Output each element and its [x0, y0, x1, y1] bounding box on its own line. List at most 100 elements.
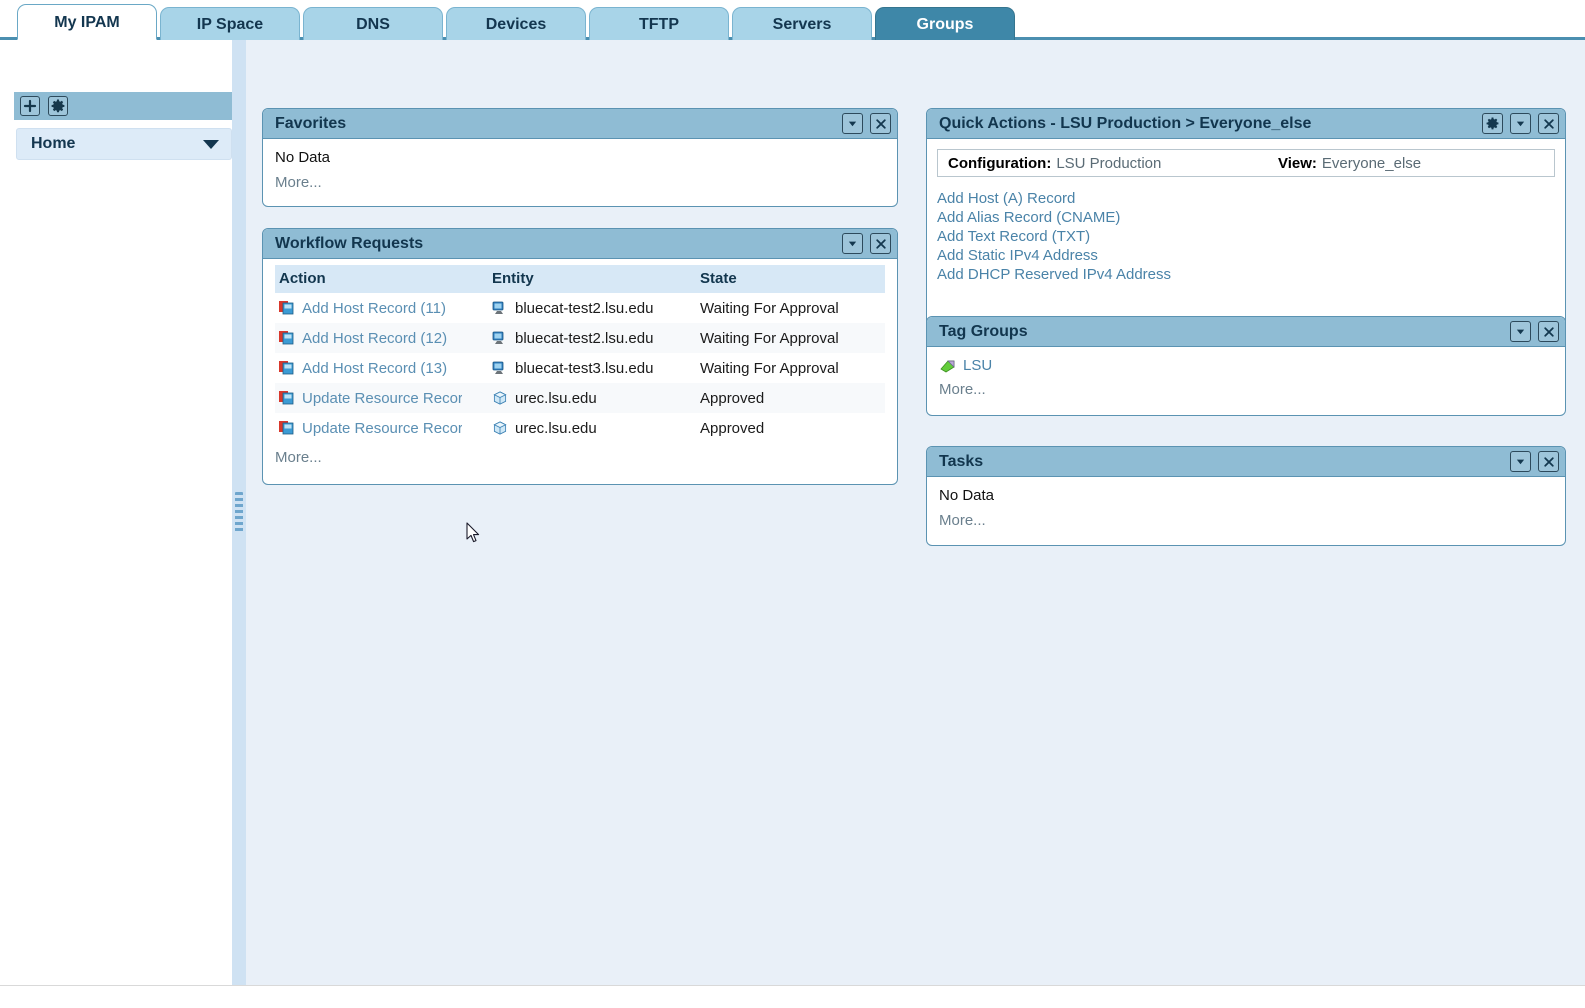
quick-action-add-dhcp-reserved-ipv4[interactable]: Add DHCP Reserved IPv4 Address [937, 265, 1555, 284]
main-tabbar: My IPAM IP Space DNS Devices TFTP Server… [0, 0, 1585, 40]
action-link[interactable]: Add Host Record (12) [302, 330, 447, 347]
panel-menu-button[interactable] [842, 233, 863, 254]
favorites-empty-text: No Data [275, 149, 331, 166]
tab-servers[interactable]: Servers [732, 7, 872, 40]
sidebar-settings-button[interactable] [48, 96, 68, 116]
tab-devices[interactable]: Devices [446, 7, 586, 40]
tab-dns[interactable]: DNS [303, 7, 443, 40]
panel-settings-button[interactable] [1482, 113, 1503, 134]
action-link[interactable]: Add Host Record (13) [302, 360, 447, 377]
chevron-down-icon [1516, 329, 1525, 335]
column-header-state[interactable]: State [696, 265, 885, 293]
panel-tasks: Tasks No Data More... [926, 446, 1566, 546]
cell-entity: bluecat-test2.lsu.edu [488, 293, 696, 323]
configuration-view-strip: Configuration: LSU Production View: Everyo… [937, 149, 1555, 177]
tag-group-label[interactable]: LSU [963, 357, 992, 374]
tab-label: My IPAM [54, 14, 120, 31]
panel-workflow-header: Workflow Requests [263, 229, 897, 259]
panel-title: Quick Actions - LSU Production > Everyon… [939, 114, 1312, 132]
workflow-record-icon [279, 360, 294, 374]
action-link[interactable]: Update Resource Record [302, 390, 462, 407]
splitter-grip-icon[interactable] [235, 492, 243, 534]
cell-entity: bluecat-test2.lsu.edu [488, 323, 696, 353]
workflow-more-link[interactable]: More... [275, 449, 322, 466]
quick-action-add-static-ipv4[interactable]: Add Static IPv4 Address [937, 246, 1555, 265]
add-dashboard-button[interactable] [20, 96, 40, 116]
view-field: View: Everyone_else [1278, 155, 1421, 172]
cell-entity: urec.lsu.edu [488, 383, 696, 413]
tag-icon [940, 360, 955, 372]
host-icon [492, 361, 504, 374]
column-header-entity[interactable]: Entity [488, 265, 696, 293]
chevron-down-icon [203, 139, 219, 149]
entity-name: urec.lsu.edu [515, 389, 597, 407]
workflow-record-icon [279, 390, 294, 404]
tab-groups[interactable]: Groups [875, 7, 1015, 40]
panel-title: Tag Groups [939, 322, 1028, 340]
workflow-record-icon [279, 420, 294, 434]
panel-tag-groups: Tag Groups LSU More... [926, 316, 1566, 416]
bottom-strip [0, 985, 1585, 1008]
plus-icon [23, 99, 37, 113]
panel-workflow-requests: Workflow Requests Action Entity State Ad… [262, 228, 898, 485]
tasks-more-link[interactable]: More... [939, 512, 986, 529]
page-body: Home Favorites No Data More... Workflow … [0, 40, 1585, 985]
table-row[interactable]: Update Resource Record urec.lsu.edu Appr… [275, 383, 885, 413]
action-link[interactable]: Add Host Record (11) [302, 300, 446, 317]
entity-name: bluecat-test2.lsu.edu [515, 299, 654, 317]
panel-close-button[interactable] [1538, 321, 1559, 342]
resource-record-icon [493, 420, 507, 435]
table-row[interactable]: Add Host Record (13) bluecat-test3.lsu.e… [275, 353, 885, 383]
panel-title: Workflow Requests [275, 234, 424, 252]
panel-tag-groups-body: LSU More... [927, 347, 1565, 408]
configuration-field: Configuration: LSU Production [948, 155, 1278, 172]
panel-close-button[interactable] [1538, 451, 1559, 472]
tag-group-item[interactable]: LSU [939, 357, 1553, 374]
entity-name: urec.lsu.edu [515, 419, 597, 437]
chevron-down-icon [1516, 459, 1525, 465]
panel-close-button[interactable] [870, 113, 891, 134]
close-icon [1543, 326, 1554, 337]
column-header-action[interactable]: Action [275, 265, 488, 293]
view-label: View: [1278, 154, 1317, 172]
workflow-record-icon [279, 330, 294, 344]
tag-groups-more-link[interactable]: More... [939, 381, 986, 398]
panel-menu-button[interactable] [1510, 113, 1531, 134]
tab-list: My IPAM IP Space DNS Devices TFTP Server… [17, 4, 1018, 40]
panel-menu-button[interactable] [1510, 451, 1531, 472]
cell-entity: urec.lsu.edu [488, 413, 696, 443]
panel-close-button[interactable] [870, 233, 891, 254]
panel-close-button[interactable] [1538, 113, 1559, 134]
configuration-value: LSU Production [1056, 154, 1162, 172]
close-icon [875, 118, 886, 129]
table-row[interactable]: Add Host Record (12) bluecat-test2.lsu.e… [275, 323, 885, 353]
panel-favorites-body: No Data More... [263, 139, 897, 201]
panel-quick-actions-body: Configuration: LSU Production View: Everyo… [927, 139, 1565, 294]
host-icon [492, 331, 504, 344]
tasks-empty-text: No Data [939, 487, 995, 504]
favorites-more-link[interactable]: More... [275, 174, 322, 191]
panel-menu-button[interactable] [842, 113, 863, 134]
action-link[interactable]: Update Resource Record [302, 420, 462, 437]
panel-quick-actions-header: Quick Actions - LSU Production > Everyon… [927, 109, 1565, 139]
tab-tftp[interactable]: TFTP [589, 7, 729, 40]
tab-my-ipam[interactable]: My IPAM [17, 4, 157, 40]
table-row[interactable]: Add Host Record (11) bluecat-test2.lsu.e… [275, 293, 885, 323]
quick-action-add-text-txt[interactable]: Add Text Record (TXT) [937, 227, 1555, 246]
tab-label: IP Space [196, 16, 264, 33]
tab-ip-space[interactable]: IP Space [160, 7, 300, 40]
panel-favorites-header: Favorites [263, 109, 897, 139]
quick-action-add-alias-cname[interactable]: Add Alias Record (CNAME) [937, 208, 1555, 227]
panel-title: Favorites [275, 114, 347, 132]
table-row[interactable]: Update Resource Record urec.lsu.edu Appr… [275, 413, 885, 443]
sidebar-splitter[interactable] [232, 40, 246, 985]
panel-menu-button[interactable] [1510, 321, 1531, 342]
close-icon [1543, 118, 1554, 129]
dashboard-selector[interactable]: Home [16, 128, 232, 160]
entity-name: bluecat-test2.lsu.edu [515, 329, 654, 347]
cell-action: Add Host Record (11) [275, 293, 488, 323]
close-icon [1543, 456, 1554, 467]
quick-action-add-host-a-record[interactable]: Add Host (A) Record [937, 189, 1555, 208]
workflow-table: Action Entity State Add Host Record (11) [275, 265, 885, 443]
cell-entity: bluecat-test3.lsu.edu [488, 353, 696, 383]
